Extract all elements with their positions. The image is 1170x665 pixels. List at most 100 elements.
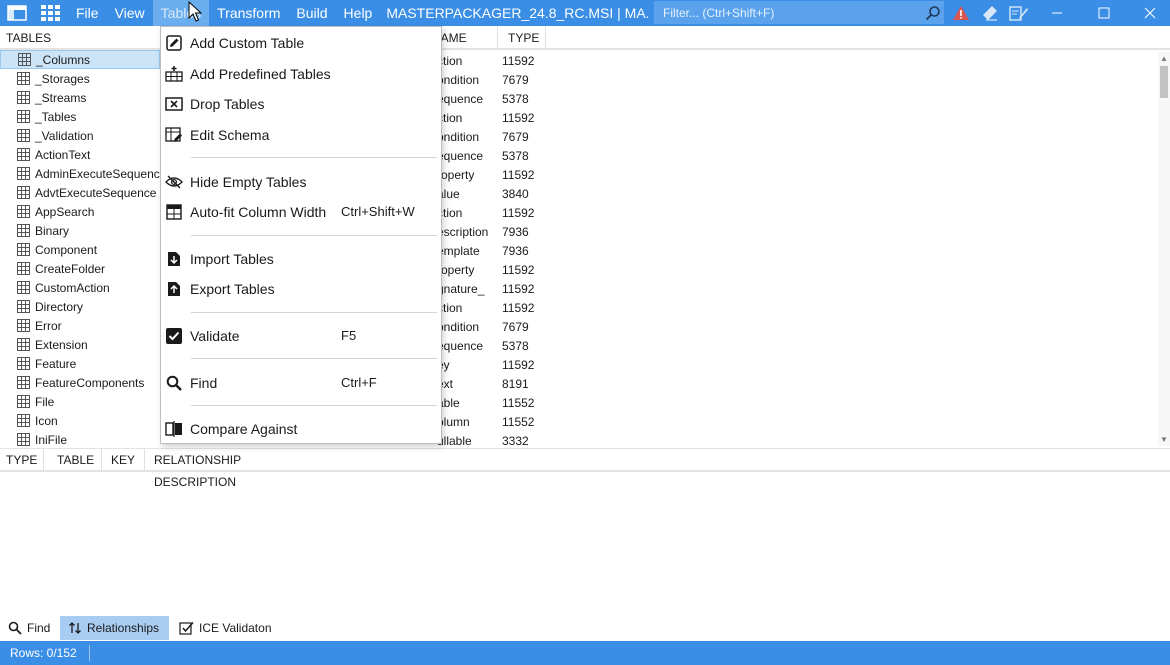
- vertical-scrollbar[interactable]: ▲ ▼: [1158, 52, 1170, 446]
- menu-help[interactable]: Help: [336, 0, 381, 26]
- cell-name[interactable]: roperty: [437, 166, 474, 185]
- menu-item-hide-empty-tables[interactable]: Hide Empty Tables: [161, 169, 441, 195]
- menu-item-add-predefined-tables[interactable]: Add Predefined Tables: [161, 61, 441, 87]
- cell-name[interactable]: ondition: [437, 318, 479, 337]
- grid-view-icon[interactable]: [34, 0, 68, 26]
- table-list-item[interactable]: Icon: [0, 411, 160, 430]
- table-list-item[interactable]: Error: [0, 316, 160, 335]
- table-list-item[interactable]: CreateFolder: [0, 259, 160, 278]
- scroll-up-icon[interactable]: ▲: [1160, 54, 1168, 63]
- menu-transform[interactable]: Transform: [209, 0, 288, 26]
- cell-type[interactable]: 11592: [502, 280, 534, 299]
- cell-name[interactable]: gnature_: [437, 280, 484, 299]
- filter-input[interactable]: [654, 2, 922, 23]
- cell-type[interactable]: 11592: [502, 52, 534, 71]
- cell-name[interactable]: roperty: [437, 261, 474, 280]
- cell-name[interactable]: equence: [437, 337, 483, 356]
- table-list-label: IniFile: [35, 432, 68, 447]
- table-list-item[interactable]: Component: [0, 240, 160, 259]
- menu-file[interactable]: File: [68, 0, 107, 26]
- cell-name[interactable]: emplate: [437, 242, 480, 261]
- cell-type[interactable]: 11592: [502, 109, 534, 128]
- tables-pane: TABLES _Columns _Storages _Streams _Tables _…: [0, 26, 160, 446]
- rel-column-key[interactable]: KEY: [102, 449, 145, 471]
- maximize-button[interactable]: [1081, 0, 1127, 26]
- cell-type[interactable]: 8191: [502, 375, 529, 394]
- menu-item-import-tables[interactable]: Import Tables: [161, 246, 441, 272]
- cell-type[interactable]: 11592: [502, 299, 534, 318]
- cell-name[interactable]: equence: [437, 147, 483, 166]
- cell-type[interactable]: 5378: [502, 337, 529, 356]
- cell-type[interactable]: 11592: [502, 261, 534, 280]
- menu-item-auto-fit-column-width[interactable]: Auto-fit Column Width Ctrl+Shift+W: [161, 199, 441, 225]
- table-list-item[interactable]: Feature: [0, 354, 160, 373]
- close-button[interactable]: [1127, 0, 1170, 26]
- table-list-item[interactable]: Extension: [0, 335, 160, 354]
- tab-ice-validation[interactable]: ICE Validaton: [171, 616, 281, 640]
- menu-item-compare-against[interactable]: Compare Against: [161, 416, 441, 442]
- table-list-item[interactable]: _Tables: [0, 107, 160, 126]
- cell-type[interactable]: 3332: [502, 432, 529, 446]
- table-list-item[interactable]: File: [0, 392, 160, 411]
- window-title: MASTERPACKAGER_24.8_RC.MSI | MA...: [386, 5, 649, 21]
- table-list-item[interactable]: FeatureComponents: [0, 373, 160, 392]
- table-list-item[interactable]: CustomAction: [0, 278, 160, 297]
- minimize-button[interactable]: [1034, 0, 1080, 26]
- menu-item-drop-tables[interactable]: Drop Tables: [161, 91, 441, 117]
- cell-type[interactable]: 3840: [502, 185, 529, 204]
- rel-column-table[interactable]: TABLE: [44, 449, 102, 471]
- table-list-item[interactable]: ActionText: [0, 145, 160, 164]
- table-list-item[interactable]: Directory: [0, 297, 160, 316]
- app-layout-icon[interactable]: [0, 0, 34, 26]
- scroll-thumb[interactable]: [1160, 66, 1168, 98]
- table-list-label: AdvtExecuteSequence: [35, 185, 157, 200]
- cell-type[interactable]: 7936: [502, 242, 529, 261]
- menu-view[interactable]: View: [107, 0, 153, 26]
- tab-relationships[interactable]: Relationships: [60, 616, 169, 640]
- cell-type[interactable]: 5378: [502, 90, 529, 109]
- search-icon[interactable]: [922, 5, 944, 21]
- cell-name[interactable]: ondition: [437, 71, 479, 90]
- menu-item-add-custom-table[interactable]: Add Custom Table: [161, 30, 441, 56]
- menu-item-export-tables[interactable]: Export Tables: [161, 276, 441, 302]
- cell-name[interactable]: ondition: [437, 128, 479, 147]
- menu-item-find[interactable]: Find Ctrl+F: [161, 370, 441, 396]
- scroll-down-icon[interactable]: ▼: [1160, 435, 1168, 444]
- table-list-label: Error: [35, 318, 62, 333]
- cell-type[interactable]: 7936: [502, 223, 529, 242]
- cell-type[interactable]: 11552: [502, 413, 534, 432]
- cell-type[interactable]: 7679: [502, 128, 529, 147]
- cell-type[interactable]: 5378: [502, 147, 529, 166]
- table-list-item[interactable]: AdminExecuteSequence: [0, 164, 160, 183]
- table-list-label: _Streams: [35, 90, 87, 105]
- menu-item-edit-schema[interactable]: Edit Schema: [161, 122, 441, 148]
- warning-icon[interactable]: [950, 3, 972, 23]
- column-header-type[interactable]: TYPE: [498, 26, 546, 50]
- cell-type[interactable]: 11592: [502, 356, 534, 375]
- table-list-item[interactable]: _Validation: [0, 126, 160, 145]
- cell-type[interactable]: 11552: [502, 394, 534, 413]
- cell-name[interactable]: ullable: [437, 432, 472, 446]
- cell-name[interactable]: equence: [437, 90, 483, 109]
- table-list-item[interactable]: _Columns: [0, 50, 160, 69]
- tab-find[interactable]: Find: [0, 616, 60, 640]
- table-list-item[interactable]: _Streams: [0, 88, 160, 107]
- cell-type[interactable]: 7679: [502, 318, 529, 337]
- cell-type[interactable]: 11592: [502, 166, 534, 185]
- table-drop-icon: [165, 96, 183, 112]
- sign-document-icon[interactable]: [1008, 3, 1030, 23]
- menu-item-validate[interactable]: Validate F5: [161, 323, 441, 349]
- cell-type[interactable]: 7679: [502, 71, 529, 90]
- table-list-item[interactable]: Binary: [0, 221, 160, 240]
- tab-relationships-label: Relationships: [87, 621, 160, 635]
- table-list-item[interactable]: IniFile: [0, 430, 160, 446]
- menu-build[interactable]: Build: [288, 0, 335, 26]
- rel-column-description[interactable]: RELATIONSHIP DESCRIPTION: [145, 449, 325, 489]
- table-list-item[interactable]: _Storages: [0, 69, 160, 88]
- eraser-icon[interactable]: [979, 3, 1001, 23]
- cell-name[interactable]: escription: [437, 223, 488, 242]
- cell-type[interactable]: 11592: [502, 204, 534, 223]
- rel-column-type[interactable]: TYPE: [0, 449, 44, 471]
- table-list-item[interactable]: AppSearch: [0, 202, 160, 221]
- table-list-item[interactable]: AdvtExecuteSequence: [0, 183, 160, 202]
